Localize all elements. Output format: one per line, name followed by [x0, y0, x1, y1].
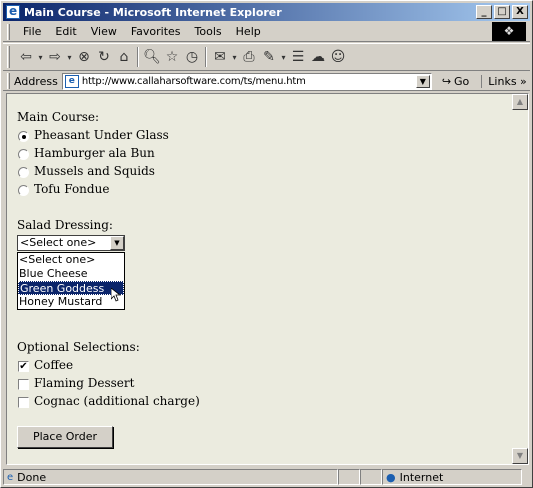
optional-selections-label: Optional Selections: [17, 340, 140, 354]
print-icon[interactable]: ⎙ [239, 47, 259, 67]
status-panel: e Done [3, 469, 338, 485]
menu-bar: File Edit View Favorites Tools Help ❖ [3, 22, 530, 42]
minimize-button[interactable]: _ [476, 5, 492, 19]
mouse-cursor-icon [111, 288, 121, 302]
radio-main-course-2[interactable] [18, 167, 29, 178]
title-bar: Main Course - Microsoft Internet Explore… [3, 3, 530, 21]
toolbar-separator [137, 47, 139, 67]
stop-icon[interactable]: ⊗ [74, 47, 94, 67]
home-icon[interactable]: ⌂ [114, 47, 134, 67]
browser-window: Main Course - Microsoft Internet Explore… [0, 0, 533, 488]
radio-main-course-0[interactable] [18, 131, 29, 142]
addressbar-grip[interactable] [7, 73, 10, 89]
globe-icon: ● [386, 470, 396, 484]
menu-favorites[interactable]: Favorites [124, 25, 188, 38]
place-order-button[interactable]: Place Order [17, 426, 113, 448]
menu-edit[interactable]: Edit [48, 25, 83, 38]
edit-icon[interactable]: ✎ [259, 47, 279, 67]
menu-view[interactable]: View [84, 25, 124, 38]
checkbox-optional-coffee[interactable]: ✔ [18, 361, 29, 372]
main-course-option-label: Pheasant Under Glass [34, 128, 169, 142]
window-title: Main Course - Microsoft Internet Explore… [24, 5, 282, 19]
optional-option-label: Cognac (additional charge) [34, 394, 200, 408]
history-icon[interactable]: ◷ [182, 47, 202, 67]
favorites-icon[interactable]: ☆ [162, 47, 182, 67]
status-text: Done [17, 470, 47, 484]
links-button[interactable]: Links » [481, 74, 527, 88]
status-panel-progress [338, 469, 360, 485]
zone-panel: ● Internet [382, 469, 522, 485]
mail-icon[interactable]: ✉ [210, 47, 230, 67]
salad-dressing-select[interactable]: <Select one> ▼ [17, 235, 125, 251]
messenger-icon[interactable]: ☁ [308, 47, 328, 67]
scroll-down-icon[interactable]: ▼ [512, 448, 528, 464]
back-dropdown-icon[interactable]: ▾ [36, 47, 45, 67]
address-input[interactable]: e http://www.callaharsoftware.com/ts/men… [61, 72, 432, 90]
main-course-option-label: Tofu Fondue [34, 182, 110, 196]
close-button[interactable]: X [512, 5, 528, 19]
dropdown-option[interactable]: Honey Mustard [18, 295, 124, 309]
radio-main-course-3[interactable] [18, 185, 29, 196]
chevron-down-icon[interactable]: ▼ [110, 236, 124, 250]
address-label: Address [14, 74, 58, 88]
search-icon[interactable]: 🔍︎ [142, 47, 162, 67]
main-course-label: Main Course: [17, 110, 99, 124]
discuss-icon[interactable]: ☰ [288, 47, 308, 67]
scroll-up-icon[interactable]: ▲ [512, 94, 528, 110]
dropdown-option[interactable]: <Select one> [18, 253, 124, 267]
dropdown-option[interactable]: Blue Cheese [18, 267, 124, 281]
contacts-icon[interactable]: ☺ [328, 47, 348, 67]
optional-option-label: Coffee [34, 358, 74, 372]
menubar-grip[interactable] [7, 23, 10, 40]
forward-icon[interactable]: ⇨ [45, 47, 65, 67]
toolbar-grip[interactable] [7, 46, 10, 68]
main-course-option-label: Mussels and Squids [34, 164, 155, 178]
go-arrow-icon: ↪ [441, 74, 452, 88]
zone-text: Internet [399, 470, 444, 484]
salad-dressing-label: Salad Dressing: [17, 218, 113, 232]
menu-tools[interactable]: Tools [188, 25, 229, 38]
maximize-button[interactable]: □ [494, 5, 510, 19]
status-panel-security [360, 469, 382, 485]
ie-icon [6, 4, 20, 19]
edit-dropdown-icon[interactable]: ▾ [279, 47, 288, 67]
status-bar: e Done ● Internet [3, 468, 530, 486]
windows-logo-icon: ❖ [492, 22, 526, 41]
toolbar-separator [205, 47, 207, 67]
address-dropdown-button[interactable]: ▼ [415, 74, 430, 88]
page-content: ▲ ▼ Main Course: Pheasant Under Glass Ha… [6, 93, 529, 465]
vertical-scrollbar[interactable]: ▲ ▼ [512, 94, 528, 464]
page-icon: e [64, 74, 79, 88]
page-done-icon: e [7, 471, 14, 483]
salad-dressing-selected: <Select one> [20, 236, 97, 249]
menu-file[interactable]: File [16, 25, 48, 38]
address-url[interactable]: http://www.callaharsoftware.com/ts/menu.… [82, 76, 306, 87]
radio-main-course-1[interactable] [18, 149, 29, 160]
address-bar: Address e http://www.callaharsoftware.co… [3, 72, 530, 91]
refresh-icon[interactable]: ↻ [94, 47, 114, 67]
salad-dressing-dropdown[interactable]: <Select one> Blue Cheese Green Goddess H… [17, 252, 125, 310]
main-course-option-label: Hamburger ala Bun [34, 146, 155, 160]
menu-help[interactable]: Help [229, 25, 268, 38]
standard-toolbar: ⇦ ▾ ⇨ ▾ ⊗ ↻ ⌂ 🔍︎ ☆ ◷ ✉ ▾ ⎙ ✎ ▾ ☰ ☁ ☺ [3, 43, 530, 71]
go-button[interactable]: ↪ Go [442, 75, 469, 88]
back-icon[interactable]: ⇦ [16, 47, 36, 67]
mail-dropdown-icon[interactable]: ▾ [230, 47, 239, 67]
dropdown-option-highlighted[interactable]: Green Goddess [18, 281, 124, 295]
checkbox-optional-flaming-dessert[interactable] [18, 379, 29, 390]
checkbox-optional-cognac[interactable] [18, 397, 29, 408]
go-label: Go [454, 74, 470, 88]
forward-dropdown-icon[interactable]: ▾ [65, 47, 74, 67]
optional-option-label: Flaming Dessert [34, 376, 135, 390]
